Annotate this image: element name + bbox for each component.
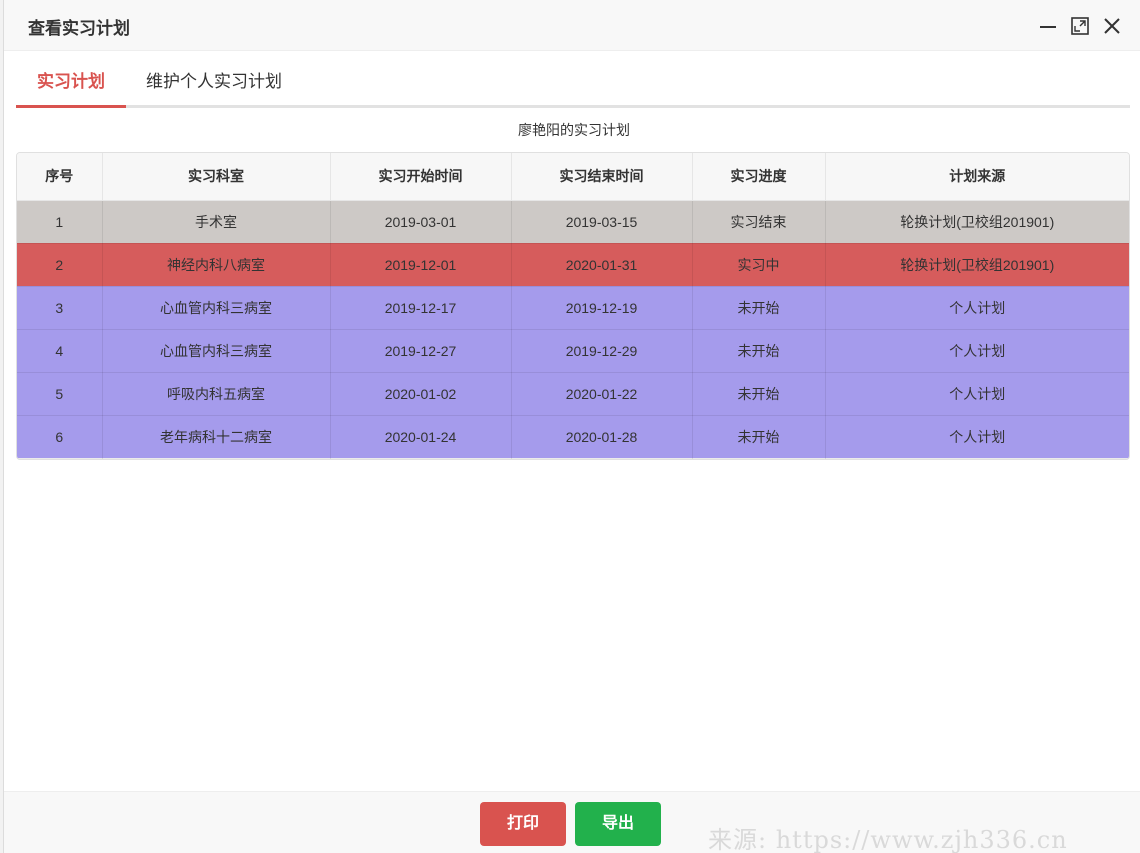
cell-index: 1 — [17, 200, 103, 244]
cell-start-date: 2020-01-02 — [330, 372, 512, 416]
print-button[interactable]: 打印 — [480, 802, 566, 846]
cell-index: 3 — [17, 286, 103, 330]
maximize-icon[interactable] — [1069, 15, 1091, 37]
table-row[interactable]: 1 手术室 2019-03-01 2019-03-15 实习结束 轮换计划(卫校… — [17, 200, 1129, 244]
cell-start-date: 2019-03-01 — [330, 200, 512, 244]
cell-start-date: 2019-12-17 — [330, 286, 512, 330]
cell-department: 心血管内科三病室 — [102, 329, 331, 373]
cell-plan-source: 个人计划 — [825, 286, 1129, 330]
cell-end-date: 2019-03-15 — [511, 200, 693, 244]
cell-end-date: 2019-12-29 — [511, 329, 693, 373]
cell-index: 2 — [17, 243, 103, 287]
cell-progress: 未开始 — [692, 329, 826, 373]
cell-index: 4 — [17, 329, 103, 373]
header-department[interactable]: 实习科室 — [102, 153, 331, 201]
header-start-date[interactable]: 实习开始时间 — [330, 153, 512, 201]
table-row[interactable]: 2 神经内科八病室 2019-12-01 2020-01-31 实习中 轮换计划… — [17, 243, 1129, 287]
cell-start-date: 2019-12-01 — [330, 243, 512, 287]
cell-department: 心血管内科三病室 — [102, 286, 331, 330]
export-button[interactable]: 导出 — [575, 802, 661, 846]
cell-progress: 实习结束 — [692, 200, 826, 244]
table-header-row: 序号 实习科室 实习开始时间 实习结束时间 实习进度 计划来源 — [17, 153, 1129, 201]
tab-maintain-personal-plan[interactable]: 维护个人实习计划 — [146, 59, 282, 105]
window-title: 查看实习计划 — [28, 19, 130, 38]
cell-progress: 未开始 — [692, 415, 826, 459]
cell-progress: 未开始 — [692, 372, 826, 416]
header-end-date[interactable]: 实习结束时间 — [511, 153, 693, 201]
table-row[interactable]: 3 心血管内科三病室 2019-12-17 2019-12-19 未开始 个人计… — [17, 286, 1129, 330]
dialog-window: 查看实习计划 实习计划 维护个人实习计划 廖艳阳的实习计划 序号 实习科室 实习… — [3, 0, 1140, 853]
tab-internship-plan[interactable]: 实习计划 — [16, 59, 126, 108]
cell-end-date: 2019-12-19 — [511, 286, 693, 330]
tab-bar: 实习计划 维护个人实习计划 — [16, 59, 1130, 108]
table-row[interactable]: 4 心血管内科三病室 2019-12-27 2019-12-29 未开始 个人计… — [17, 329, 1129, 373]
cell-plan-source: 个人计划 — [825, 415, 1129, 459]
close-icon[interactable] — [1101, 15, 1123, 37]
cell-plan-source: 轮换计划(卫校组201901) — [825, 200, 1129, 244]
cell-start-date: 2019-12-27 — [330, 329, 512, 373]
cell-start-date: 2020-01-24 — [330, 415, 512, 459]
header-index[interactable]: 序号 — [17, 153, 103, 201]
header-progress[interactable]: 实习进度 — [692, 153, 826, 201]
minimize-icon[interactable] — [1037, 15, 1059, 37]
cell-index: 6 — [17, 415, 103, 459]
cell-plan-source: 个人计划 — [825, 372, 1129, 416]
cell-department: 呼吸内科五病室 — [102, 372, 331, 416]
cell-end-date: 2020-01-31 — [511, 243, 693, 287]
source-watermark: 来源: https://www.zjh336.cn — [708, 826, 1068, 853]
cell-plan-source: 轮换计划(卫校组201901) — [825, 243, 1129, 287]
header-plan-source[interactable]: 计划来源 — [825, 153, 1129, 201]
cell-plan-source: 个人计划 — [825, 329, 1129, 373]
cell-department: 手术室 — [102, 200, 331, 244]
cell-index: 5 — [17, 372, 103, 416]
cell-end-date: 2020-01-28 — [511, 415, 693, 459]
cell-progress: 实习中 — [692, 243, 826, 287]
cell-progress: 未开始 — [692, 286, 826, 330]
cell-end-date: 2020-01-22 — [511, 372, 693, 416]
cell-department: 老年病科十二病室 — [102, 415, 331, 459]
plan-table: 序号 实习科室 实习开始时间 实习结束时间 实习进度 计划来源 1 手术室 20… — [16, 152, 1130, 460]
table-row[interactable]: 5 呼吸内科五病室 2020-01-02 2020-01-22 未开始 个人计划 — [17, 372, 1129, 416]
table-caption: 廖艳阳的实习计划 — [518, 122, 630, 138]
table-row[interactable]: 6 老年病科十二病室 2020-01-24 2020-01-28 未开始 个人计… — [17, 415, 1129, 459]
cell-department: 神经内科八病室 — [102, 243, 331, 287]
title-bar: 查看实习计划 — [4, 0, 1140, 51]
